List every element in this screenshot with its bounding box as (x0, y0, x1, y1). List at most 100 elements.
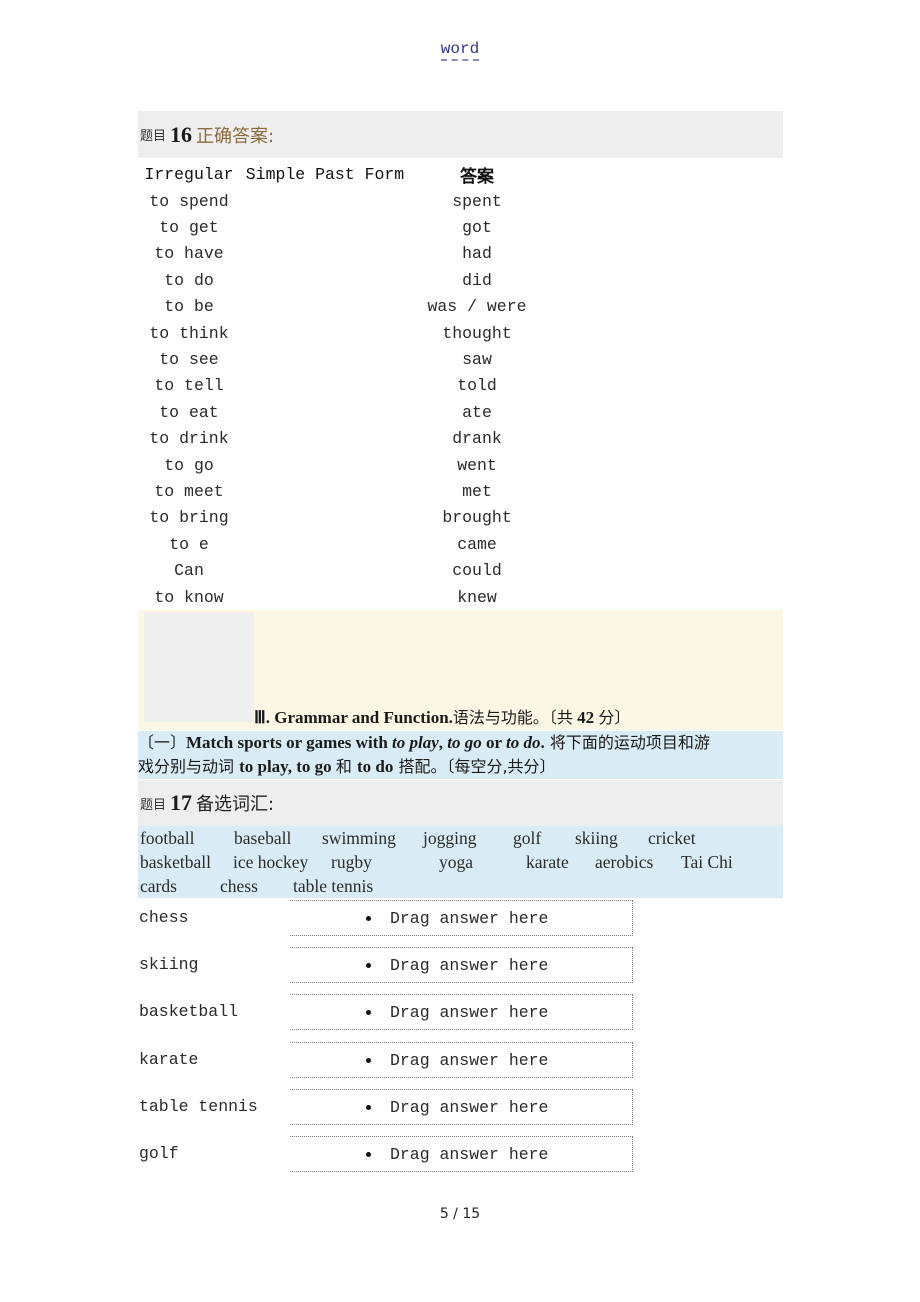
drop-placeholder: Drag answer here (390, 1098, 549, 1117)
table-row: to spend spent (138, 188, 558, 214)
section-points: 42 (577, 708, 595, 727)
word-bank-item[interactable]: football (140, 828, 194, 849)
verb-cell: to e (169, 534, 209, 554)
verb-cell: to see (159, 350, 219, 370)
word-bank-item[interactable]: Tai Chi (681, 852, 733, 873)
word-bank-item[interactable]: cards (140, 876, 177, 897)
drop-placeholder: Drag answer here (390, 956, 549, 975)
past-form-cell: was / were (427, 297, 527, 317)
table-row: to know knew (138, 584, 558, 610)
verb-cell: to go (164, 455, 214, 475)
section-title-en: Grammar and Function. (274, 708, 453, 727)
instruction-text: Match sports or games with (186, 733, 393, 752)
bullet-icon (366, 1058, 371, 1063)
word-bank-item[interactable]: yoga (439, 852, 473, 873)
word-bank-item[interactable]: skiing (575, 828, 618, 849)
past-form-cell: had (462, 244, 492, 264)
current-page: 5 (439, 1206, 449, 1222)
question-label: 题目 (140, 128, 167, 143)
match-item-label: golf (139, 1144, 179, 1163)
question-number: 17 (170, 790, 193, 815)
word-bank-item[interactable]: table tennis (293, 876, 373, 897)
section-points-suffix: 分〕 (598, 708, 631, 727)
match-item-label: basketball (139, 1002, 239, 1021)
question-label: 题目 (140, 796, 167, 812)
verb-cell: to drink (149, 429, 229, 449)
bullet-icon (366, 1152, 371, 1157)
instruction-cn-2e: 搭配。〔每空分,共分〕 (393, 757, 556, 776)
table-row: to do did (138, 267, 558, 293)
section-title-cn: 语法与功能。〔共 (452, 708, 573, 727)
answer-drop-zone[interactable]: Drag answer here (290, 1136, 633, 1172)
bullet-icon (366, 916, 371, 921)
word-bank-item[interactable]: baseball (234, 828, 291, 849)
table-row: to tell told (138, 373, 558, 399)
drop-placeholder: Drag answer here (390, 1003, 549, 1022)
word-bank-item[interactable]: karate (526, 852, 569, 873)
word-bank-item[interactable]: chess (220, 876, 258, 897)
match-row: basketball Drag answer here (138, 994, 638, 1034)
table-row: to bring brought (138, 505, 558, 531)
answer-drop-zone[interactable]: Drag answer here (290, 947, 633, 983)
answer-drop-zone[interactable]: Drag answer here (290, 1089, 633, 1125)
question-17-header: 题目 17 备选词汇: (138, 780, 783, 826)
word-bank-item[interactable]: aerobics (595, 852, 653, 873)
word-bank-item[interactable]: swimming (322, 828, 396, 849)
word-bank-item[interactable]: basketball (140, 852, 211, 873)
question-title: 备选词汇: (196, 794, 275, 815)
verb-cell: to get (159, 218, 219, 238)
table-row: Can could (138, 557, 558, 583)
past-form-cell: went (457, 455, 497, 475)
verb-cell: Can (174, 561, 204, 581)
section-title: Ⅲ. Grammar and Function.语法与功能。〔共 42 分〕 (254, 704, 630, 728)
match-row: skiing Drag answer here (138, 947, 638, 987)
instruction-line-2: 戏分别与动词 to play, to go 和 to do 搭配。〔每空分,共分… (138, 755, 783, 779)
verb-cell: to do (164, 270, 214, 290)
verb-cell: to tell (154, 376, 224, 396)
word-bank-item[interactable]: jogging (423, 828, 476, 849)
instruction-to-play: to play (392, 733, 439, 752)
match-row: table tennis Drag answer here (138, 1089, 638, 1129)
bullet-icon (366, 1105, 371, 1110)
instruction-block: 〔一〕Match sports or games with to play, t… (138, 731, 783, 779)
drop-placeholder: Drag answer here (390, 1051, 549, 1070)
match-item-label: table tennis (139, 1097, 258, 1116)
column-header-simple-past: Simple Past Form (245, 164, 405, 184)
question-16-header: 题目 16 正确答案: (138, 111, 783, 158)
document-header: word (0, 40, 920, 61)
instruction-to-go: to go (447, 733, 482, 752)
past-form-cell: got (462, 218, 492, 238)
instruction-to-do: to do (506, 733, 541, 752)
answer-drop-zone[interactable]: Drag answer here (290, 900, 633, 936)
table-row: to think thought (138, 320, 558, 346)
past-form-cell: spent (452, 191, 502, 211)
column-header-answer: 答案 (460, 166, 494, 187)
table-row: to e came (138, 531, 558, 557)
irregular-verb-table: Irregular Simple Past Form 答案 to spend sp… (138, 160, 558, 610)
verb-cell: to meet (154, 481, 224, 501)
verb-cell: to eat (159, 402, 219, 422)
instruction-en-2d: to do (357, 757, 394, 776)
column-header-irregular: Irregular (144, 164, 234, 184)
verb-cell: to know (154, 587, 224, 607)
table-header-row: Irregular Simple Past Form 答案 (138, 160, 558, 188)
word-bank-item[interactable]: rugby (331, 852, 372, 873)
instruction-sep: or (481, 733, 507, 752)
total-pages: 15 (462, 1206, 481, 1222)
verb-cell: to spend (149, 191, 229, 211)
question-number: 16 (170, 121, 193, 147)
answer-drop-zone[interactable]: Drag answer here (290, 1042, 633, 1078)
instruction-cn-2c: 和 (335, 757, 357, 776)
word-bank-item[interactable]: golf (513, 828, 541, 849)
drop-placeholder: Drag answer here (390, 909, 549, 928)
page-number: 5 / 15 (0, 1206, 920, 1222)
past-form-cell: met (462, 481, 492, 501)
match-item-label: karate (139, 1050, 199, 1069)
word-bank-item[interactable]: cricket (648, 828, 696, 849)
bullet-icon (366, 963, 371, 968)
word-bank-item[interactable]: ice hockey (233, 852, 308, 873)
table-row: to go went (138, 452, 558, 478)
answer-drop-zone[interactable]: Drag answer here (290, 994, 633, 1030)
past-form-cell: brought (442, 508, 512, 528)
header-title: word (440, 40, 480, 61)
